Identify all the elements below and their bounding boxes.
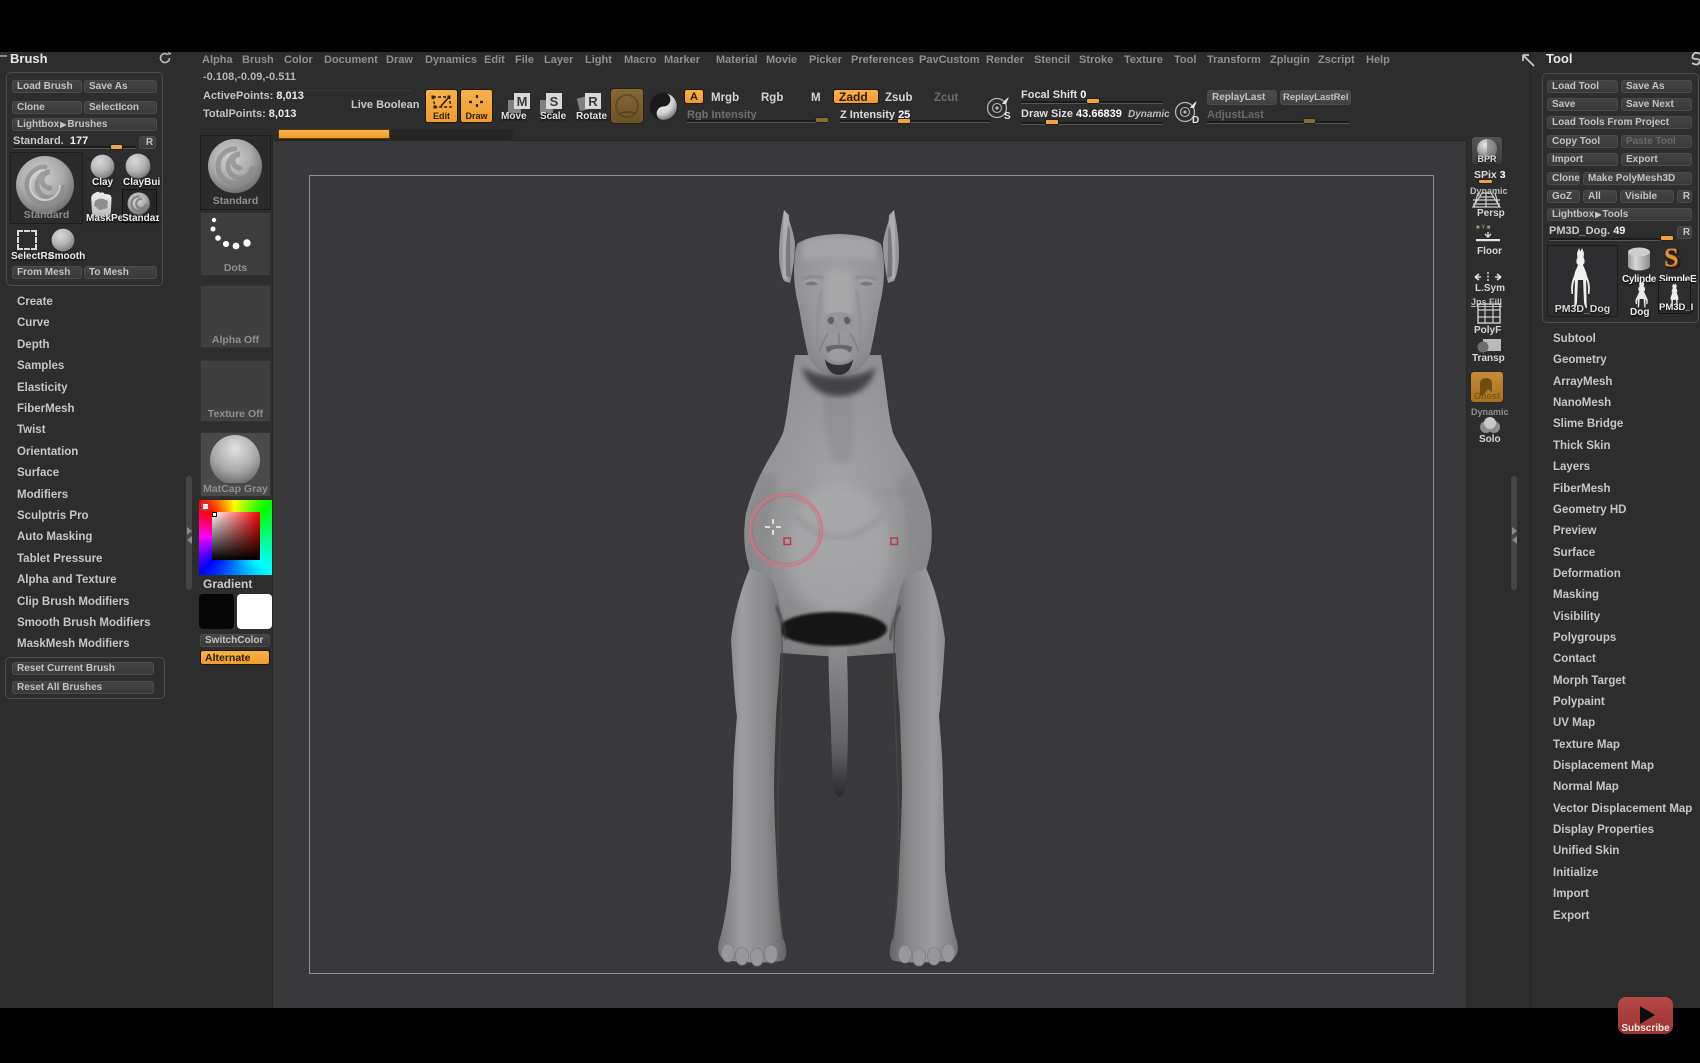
svg-text:■ Y ■: ■ Y ■: [1476, 225, 1491, 231]
svg-text:M: M: [517, 94, 528, 109]
svg-text:S: S: [550, 94, 559, 109]
svg-text:R: R: [588, 94, 598, 109]
svg-text:S: S: [1004, 111, 1011, 121]
svg-text:D: D: [1192, 115, 1199, 125]
